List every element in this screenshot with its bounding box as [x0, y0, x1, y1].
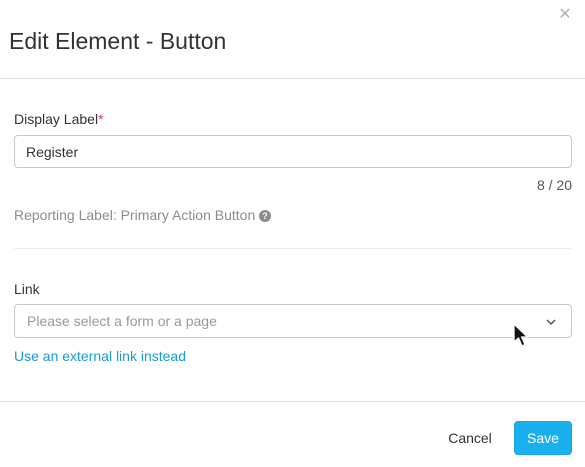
display-label-text: Display Label [14, 111, 99, 127]
dialog-header: Edit Element - Button [0, 0, 585, 79]
chevron-down-icon [546, 319, 556, 326]
dialog-title: Edit Element - Button [9, 28, 227, 54]
link-select[interactable]: Please select a form or a page [14, 304, 572, 338]
cancel-button[interactable]: Cancel [440, 428, 500, 448]
reporting-label: Reporting Label: Primary Action Button ? [14, 207, 272, 224]
link-select-placeholder: Please select a form or a page [27, 313, 217, 329]
edit-element-dialog: ✕ Edit Element - Button Display Label* 8… [0, 0, 585, 467]
reporting-label-text: Reporting Label: Primary Action Button [14, 207, 256, 223]
svg-text:?: ? [263, 211, 269, 221]
save-button[interactable]: Save [514, 421, 572, 455]
link-field-label: Link [14, 281, 40, 297]
display-label-field-label: Display Label* [14, 111, 104, 128]
external-link-toggle[interactable]: Use an external link instead [14, 348, 186, 365]
section-divider [14, 248, 571, 249]
char-count: 8 / 20 [536, 177, 572, 193]
footer-divider [0, 401, 585, 402]
required-marker: * [98, 111, 104, 127]
display-label-input[interactable] [14, 135, 572, 168]
help-icon[interactable]: ? [259, 209, 272, 222]
